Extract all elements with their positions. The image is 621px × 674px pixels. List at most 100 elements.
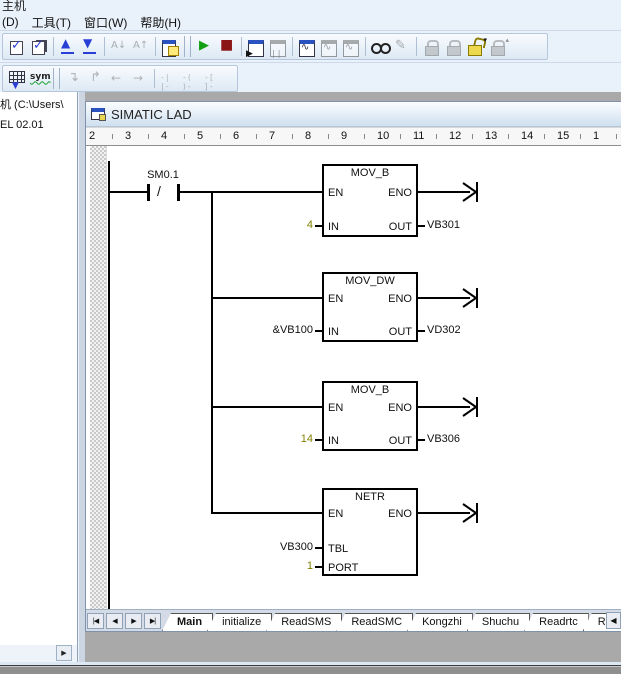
unlock-menu-button[interactable]: ▾: [464, 35, 486, 58]
menu-item-window[interactable]: 窗口(W): [84, 14, 127, 31]
contact-bar-2: [177, 184, 180, 201]
ruler-mark: 8: [303, 130, 313, 143]
tabs-previous-button[interactable]: ◀: [106, 613, 123, 629]
symbol-table-button[interactable]: [28, 67, 50, 90]
tab-shuchu[interactable]: Shuchu: [467, 613, 530, 631]
sidebar-scroll-right-button[interactable]: ▶: [56, 645, 72, 661]
rung-open-arrow: [461, 502, 479, 524]
symbol-table-icon: [30, 70, 48, 88]
monitor-pause-icon: [269, 38, 287, 56]
stop-icon: [218, 38, 236, 56]
menu-item-tools[interactable]: 工具(T): [32, 14, 71, 31]
pin-in: IN: [328, 435, 339, 447]
sidebar-hscrollbar[interactable]: ▶: [0, 645, 78, 662]
tabs-last-button[interactable]: ▶|: [144, 613, 161, 629]
ruler-mark: 4: [159, 130, 169, 143]
block-title: NETR: [324, 491, 416, 503]
monitor-start-button[interactable]: [245, 35, 267, 58]
menu-item-d[interactable]: (D): [2, 15, 19, 29]
operand-tick: [315, 225, 322, 227]
ladder-canvas[interactable]: SM0.1/MOV_BENINENOOUT4VB301MOV_DWENINENO…: [87, 146, 621, 609]
rung-open-arrow: [461, 181, 479, 203]
block-mov-dw-2[interactable]: MOV_DWENINENOOUT: [322, 272, 418, 342]
download-icon: [81, 38, 99, 56]
toolbar-row-main: ▾▴: [0, 30, 621, 62]
pin-port: PORT: [328, 562, 358, 574]
tabs-first-button[interactable]: |◀: [87, 613, 104, 629]
operand-out[interactable]: VD302: [427, 324, 461, 336]
pin-out: OUT: [389, 435, 412, 447]
run-button[interactable]: [194, 35, 216, 58]
eno-output-wire: [418, 512, 461, 514]
block-mov-b-3[interactable]: MOV_BENINENOOUT: [322, 381, 418, 451]
sort-ascending-icon: [110, 38, 128, 56]
tab-scroll-left-button[interactable]: ◀: [606, 612, 621, 629]
operand-in[interactable]: 14: [233, 433, 313, 445]
project-tree-line2[interactable]: EL 02.01: [0, 119, 44, 131]
status-chart-button[interactable]: [296, 35, 318, 58]
pen-button: [391, 35, 413, 58]
eno-output-wire: [418, 406, 461, 408]
lock-b-icon: [444, 38, 462, 56]
rung-open-arrow: [461, 287, 479, 309]
box-button: [202, 67, 224, 90]
sort-descending-button: [130, 35, 152, 58]
tab-readsmc[interactable]: ReadSMC: [336, 613, 413, 631]
window-title: 主机: [0, 0, 621, 14]
tab-readsms[interactable]: ReadSMS: [266, 613, 342, 631]
pou-tab-bar: |◀◀▶▶| MaininitializeReadSMSReadSMCKongz…: [86, 609, 621, 631]
block-title: MOV_DW: [324, 275, 416, 287]
contact-icon: [160, 70, 178, 88]
ruler-mark: 11: [411, 130, 426, 143]
stop-button[interactable]: [216, 35, 238, 58]
toolbar-separator: [241, 37, 242, 56]
pin-out: OUT: [389, 221, 412, 233]
application-window: 主机 (D) 工具(T) 窗口(W) 帮助(H) ▾▴ 机 (C:\Users\ EL…: [0, 0, 621, 674]
operand-tbl[interactable]: VB300: [233, 541, 313, 553]
options-button[interactable]: [159, 35, 181, 58]
operand-in[interactable]: 4: [233, 219, 313, 231]
lock-a-icon: [422, 38, 440, 56]
sort-ascending-button: [108, 35, 130, 58]
pin-eno: ENO: [388, 293, 412, 305]
tab-readrtc[interactable]: Readrtc: [524, 613, 589, 631]
lock-a-button: [420, 35, 442, 58]
line-left-icon: [109, 70, 127, 88]
block-netr-4[interactable]: NETRENTBLPORTENO: [322, 488, 418, 576]
tabs-next-button[interactable]: ▶: [125, 613, 142, 629]
tab-kongzhi[interactable]: Kongzhi: [407, 613, 473, 631]
ruler-mark: 7: [267, 130, 277, 143]
pin-out: OUT: [389, 326, 412, 338]
trend-chart-button: [318, 35, 340, 58]
operand-out[interactable]: VB301: [427, 219, 460, 231]
tab-main[interactable]: Main: [162, 613, 213, 631]
upload-button[interactable]: [57, 35, 79, 58]
editor-ruler: 234567891011121314151: [86, 127, 621, 146]
pen-icon: [393, 38, 411, 56]
download-button[interactable]: [79, 35, 101, 58]
rung-open-arrow: [461, 396, 479, 418]
menu-item-help[interactable]: 帮助(H): [140, 14, 181, 31]
operand-tick: [315, 439, 322, 441]
lad-editor-titlebar[interactable]: SIMATIC LAD: [86, 102, 621, 127]
project-tree-line1[interactable]: 机 (C:\Users\: [0, 96, 64, 112]
options-icon: [161, 38, 179, 56]
ruler-mark: 15: [555, 130, 571, 143]
operand-out[interactable]: VB306: [427, 433, 460, 445]
contact-button: [158, 67, 180, 90]
sort-descending-icon: [132, 38, 150, 56]
block-mov-b-1[interactable]: MOV_BENINENOOUT: [322, 164, 418, 237]
compile-all-button[interactable]: [28, 35, 50, 58]
glasses-button[interactable]: [369, 35, 391, 58]
line-left-button: [107, 67, 129, 90]
operand-tick: [418, 330, 425, 332]
operand-tick: [418, 439, 425, 441]
contact-operand[interactable]: SM0.1: [127, 169, 199, 181]
operand-port[interactable]: 1: [233, 560, 313, 572]
tab-initialize[interactable]: initialize: [207, 613, 272, 631]
address-table-button[interactable]: [6, 67, 28, 90]
history-chart-icon: [342, 38, 360, 56]
operand-in[interactable]: &VB100: [233, 324, 313, 336]
menu-bar: (D) 工具(T) 窗口(W) 帮助(H): [0, 14, 621, 30]
compile-button[interactable]: [6, 35, 28, 58]
